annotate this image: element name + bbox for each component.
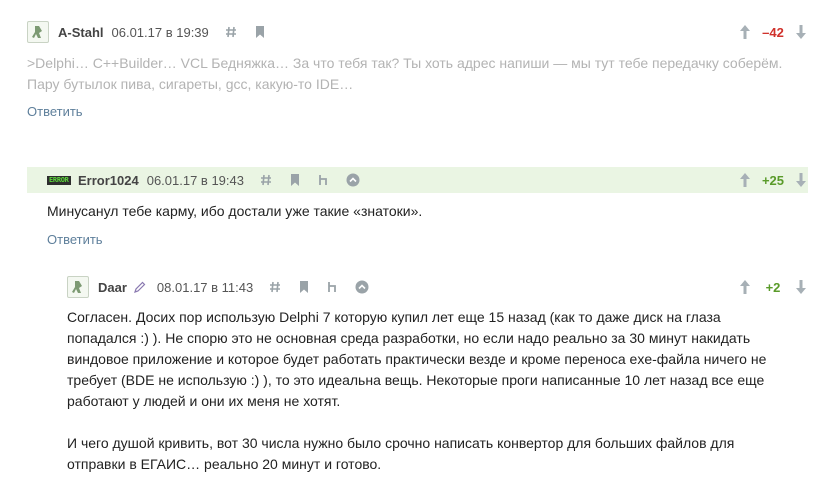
avatar[interactable]: ERROR [47,175,71,185]
hash-icon[interactable] [258,172,274,188]
comment-date[interactable]: 08.01.17 в 11:43 [157,280,253,295]
comment-header: A-Stahl 06.01.17 в 19:39 –42 [27,19,808,45]
comment-text: >Delphi… C++Builder… VCL Бедняжка… За чт… [27,55,783,92]
comment-paragraph: И чего душой кривить, вот 30 числа нужно… [67,435,735,472]
comment-paragraph: Согласен. Досих пор использую Delphi 7 к… [67,309,767,409]
comment-score: –42 [762,24,784,40]
branch-icon[interactable] [354,279,370,295]
comment-text: Согласен. Досих пор использую Delphi 7 к… [67,307,787,475]
upvote-icon[interactable] [738,171,752,189]
avatar[interactable] [67,276,89,298]
comment: ERROR Error1024 06.01.17 в 19:43 +25 Мин… [27,167,808,249]
avatar[interactable] [27,21,49,43]
bookmark-icon[interactable] [252,24,268,40]
avatar-icon [72,281,82,293]
comment: A-Stahl 06.01.17 в 19:39 –42 >Delphi… C+… [27,19,808,121]
username[interactable]: A-Stahl [58,25,104,40]
edit-icon [132,279,148,295]
comment-header: ERROR Error1024 06.01.17 в 19:43 +25 [27,167,808,193]
comment-header: Daar 08.01.17 в 11:43 +2 [67,274,808,300]
downvote-icon[interactable] [794,171,808,189]
avatar-icon [32,26,42,38]
upvote-icon[interactable] [738,278,752,296]
comment-text: Минусанул тебе карму, ибо достали уже та… [47,203,423,219]
downvote-icon[interactable] [794,23,808,41]
vote-controls: +2 [738,274,808,300]
comment-score: +2 [765,279,781,295]
bookmark-icon[interactable] [296,279,312,295]
comment-date[interactable]: 06.01.17 в 19:39 [112,25,209,40]
error-badge-icon: ERROR [47,175,71,185]
vote-controls: –42 [738,19,808,45]
username[interactable]: Daar [98,280,127,295]
comment-score: +25 [761,172,785,188]
comment-date[interactable]: 06.01.17 в 19:43 [147,173,244,188]
hash-icon[interactable] [267,279,283,295]
downvote-icon[interactable] [794,278,808,296]
upvote-icon[interactable] [738,23,752,41]
parent-icon[interactable] [316,172,332,188]
username[interactable]: Error1024 [78,173,139,188]
vote-controls: +25 [738,167,808,193]
branch-icon[interactable] [345,172,361,188]
reply-link[interactable]: Ответить [27,104,83,119]
bookmark-icon[interactable] [287,172,303,188]
parent-icon[interactable] [325,279,341,295]
comment: Daar 08.01.17 в 11:43 +2 Согласен. Досих… [67,274,808,475]
hash-icon[interactable] [223,24,239,40]
reply-link[interactable]: Ответить [47,232,103,247]
